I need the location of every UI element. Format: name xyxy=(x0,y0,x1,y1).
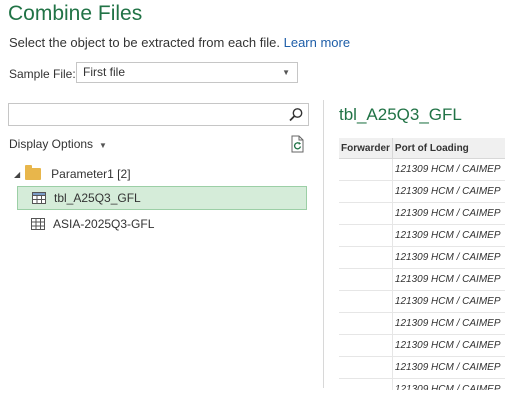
tree-item-asia-2025q3-gfl[interactable]: ASIA-2025Q3-GFL xyxy=(17,212,307,236)
learn-more-link[interactable]: Learn more xyxy=(284,35,350,50)
preview-table: Forwarder Port of Loading 121309 HCM / C… xyxy=(339,138,505,390)
pane-divider[interactable] xyxy=(323,100,324,388)
table-row: 121309 HCM / CAIMEP xyxy=(339,246,505,269)
table-row: 121309 HCM / CAIMEP xyxy=(339,268,505,291)
cell-port-of-loading: 121309 HCM / CAIMEP xyxy=(392,356,505,379)
cell-port-of-loading: 121309 HCM / CAIMEP xyxy=(392,158,505,181)
cell-forwarder xyxy=(339,224,393,247)
tree-item-label: tbl_A25Q3_GFL xyxy=(54,191,141,205)
tree-folder-parameter1[interactable]: ◢ Parameter1 [2] xyxy=(14,165,131,183)
chevron-down-icon: ▼ xyxy=(99,141,107,150)
cell-forwarder xyxy=(339,158,393,181)
display-options-button[interactable]: Display Options ▼ xyxy=(9,137,107,151)
cell-forwarder xyxy=(339,268,393,291)
table-row: 121309 HCM / CAIMEP xyxy=(339,378,505,390)
sample-file-dropdown[interactable]: First file ▼ xyxy=(76,62,298,83)
cell-forwarder xyxy=(339,290,393,313)
tree-item-tbl-a25q3-gfl[interactable]: tbl_A25Q3_GFL xyxy=(17,186,307,210)
cell-port-of-loading: 121309 HCM / CAIMEP xyxy=(392,246,505,269)
collapse-triangle-icon[interactable]: ◢ xyxy=(14,170,20,179)
display-options-label: Display Options xyxy=(9,137,94,151)
cell-forwarder xyxy=(339,312,393,335)
chevron-down-icon: ▼ xyxy=(282,68,290,77)
cell-port-of-loading: 121309 HCM / CAIMEP xyxy=(392,334,505,357)
table-row: 121309 HCM / CAIMEP xyxy=(339,224,505,247)
tree-folder-label: Parameter1 [2] xyxy=(51,167,131,181)
table-row: 121309 HCM / CAIMEP xyxy=(339,312,505,335)
column-header-forwarder: Forwarder xyxy=(339,138,393,159)
cell-port-of-loading: 121309 HCM / CAIMEP xyxy=(392,312,505,335)
cell-port-of-loading: 121309 HCM / CAIMEP xyxy=(392,224,505,247)
cell-port-of-loading: 121309 HCM / CAIMEP xyxy=(392,180,505,203)
search-icon[interactable] xyxy=(288,107,304,123)
cell-forwarder xyxy=(339,378,393,390)
preview-title: tbl_A25Q3_GFL xyxy=(339,105,462,124)
dialog-title: Combine Files xyxy=(8,2,143,25)
sheet-icon xyxy=(31,218,45,230)
refresh-icon[interactable] xyxy=(290,135,306,158)
cell-port-of-loading: 121309 HCM / CAIMEP xyxy=(392,202,505,225)
cell-forwarder xyxy=(339,202,393,225)
cell-port-of-loading: 121309 HCM / CAIMEP xyxy=(392,290,505,313)
cell-port-of-loading: 121309 HCM / CAIMEP xyxy=(392,378,505,390)
cell-forwarder xyxy=(339,246,393,269)
cell-forwarder xyxy=(339,334,393,357)
column-header-port-of-loading: Port of Loading xyxy=(392,138,505,159)
cell-port-of-loading: 121309 HCM / CAIMEP xyxy=(392,268,505,291)
subtitle-text: Select the object to be extracted from e… xyxy=(9,35,280,50)
sample-file-label: Sample File: xyxy=(9,67,76,81)
table-icon xyxy=(32,192,46,204)
sample-file-value: First file xyxy=(83,65,125,79)
preview-header-row: Forwarder Port of Loading xyxy=(339,138,505,159)
tree-item-label: ASIA-2025Q3-GFL xyxy=(53,217,155,231)
table-row: 121309 HCM / CAIMEP xyxy=(339,356,505,379)
table-row: 121309 HCM / CAIMEP xyxy=(339,290,505,313)
dialog-subtitle: Select the object to be extracted from e… xyxy=(9,35,350,50)
table-row: 121309 HCM / CAIMEP xyxy=(339,158,505,181)
search-input[interactable] xyxy=(8,103,309,126)
table-row: 121309 HCM / CAIMEP xyxy=(339,202,505,225)
table-row: 121309 HCM / CAIMEP xyxy=(339,334,505,357)
cell-forwarder xyxy=(339,356,393,379)
cell-forwarder xyxy=(339,180,393,203)
folder-icon xyxy=(25,165,42,180)
table-row: 121309 HCM / CAIMEP xyxy=(339,180,505,203)
